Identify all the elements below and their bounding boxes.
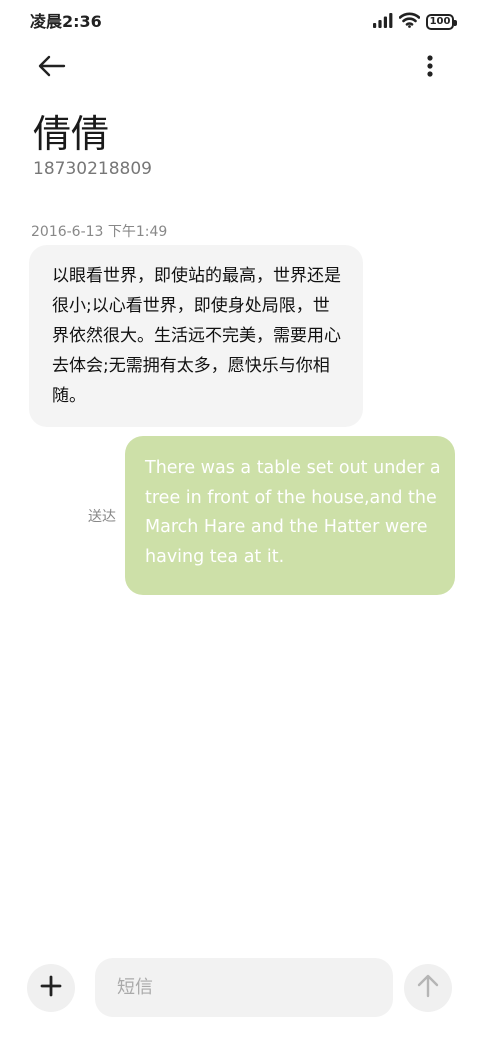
more-vertical-icon	[427, 55, 433, 81]
message-input[interactable]	[95, 958, 393, 1017]
status-icons: 100	[373, 12, 457, 32]
incoming-message-bubble[interactable]: 以眼看世界，即使站的最高，世界还是很小;以心看世界，即使身处局限，世界依然很大。…	[29, 245, 363, 427]
send-button[interactable]	[404, 964, 452, 1012]
signal-icon	[373, 12, 393, 32]
arrow-left-icon	[38, 55, 66, 81]
back-button[interactable]	[32, 50, 72, 86]
wifi-icon	[398, 12, 421, 32]
outgoing-message-text: There was a table set out under a tree i…	[145, 458, 441, 567]
status-bar: 凌晨2:36 100	[0, 0, 480, 44]
incoming-message-text: 以眼看世界，即使站的最高，世界还是很小;以心看世界，即使身处局限，世界依然很大。…	[52, 266, 341, 406]
more-options-button[interactable]	[412, 50, 448, 86]
arrow-up-icon	[417, 974, 439, 1002]
outgoing-message-bubble[interactable]: There was a table set out under a tree i…	[125, 436, 455, 595]
plus-icon	[40, 975, 62, 1001]
delivery-status: 送达	[88, 509, 116, 525]
add-attachment-button[interactable]	[27, 964, 75, 1012]
message-timestamp: 2016-6-13 下午1:49	[31, 224, 168, 240]
contact-name: 倩倩	[33, 112, 110, 156]
battery-level: 100	[429, 16, 451, 27]
battery-icon: 100	[426, 14, 457, 30]
contact-number: 18730218809	[33, 159, 152, 179]
status-time: 凌晨2:36	[30, 12, 102, 31]
